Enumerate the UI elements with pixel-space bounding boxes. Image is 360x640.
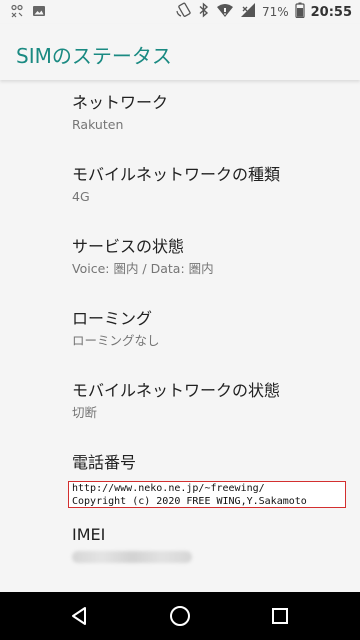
list-item-network[interactable]: ネットワーク Rakuten: [72, 93, 344, 134]
list-item-phone-number[interactable]: 電話番号: [72, 453, 344, 473]
item-title: モバイルネットワークの種類: [72, 165, 281, 184]
list-item-network-state[interactable]: モバイルネットワークの状態 切断: [72, 381, 344, 422]
item-summary: Rakuten: [72, 117, 124, 132]
page-title: SIMのステータス: [16, 44, 172, 68]
app-bar: SIMのステータス: [0, 24, 360, 80]
watermark-url: http://www.neko.ne.jp/~freewing/: [72, 483, 265, 494]
redacted-imei-value: [72, 551, 192, 563]
bluetooth-icon: [198, 2, 210, 22]
item-title: ネットワーク: [72, 93, 169, 112]
wifi-icon: [216, 2, 234, 22]
home-icon[interactable]: [168, 604, 192, 628]
list-item-network-type[interactable]: モバイルネットワークの種類 4G: [72, 165, 344, 206]
cell-signal-icon: [240, 2, 256, 22]
list-item-roaming[interactable]: ローミング ローミングなし: [72, 309, 344, 350]
item-summary: Voice: 圏内 / Data: 圏内: [72, 261, 214, 276]
item-summary: 4G: [72, 189, 90, 204]
battery-icon: [295, 2, 305, 22]
list-item-service-state[interactable]: サービスの状態 Voice: 圏内 / Data: 圏内: [72, 237, 344, 278]
item-summary: 切断: [72, 405, 98, 420]
image-icon: [32, 3, 46, 22]
status-bar: 71% 20:55: [0, 0, 360, 24]
clock: 20:55: [310, 4, 352, 20]
item-title: モバイルネットワークの状態: [72, 381, 281, 400]
item-title: ローミング: [72, 309, 153, 328]
watermark-copyright: Copyright (c) 2020 FREE WING,Y.Sakamoto: [72, 495, 307, 507]
item-title: サービスの状態: [72, 237, 185, 256]
back-icon[interactable]: [68, 604, 92, 628]
usb-debug-icon: [10, 3, 24, 22]
list-item-imei[interactable]: IMEI: [72, 525, 344, 567]
settings-list: ネットワーク Rakuten モバイルネットワークの種類 4G サービスの状態 …: [0, 80, 360, 592]
recents-icon[interactable]: [268, 604, 292, 628]
navigation-bar: [0, 592, 360, 640]
item-summary: ローミングなし: [72, 333, 160, 348]
item-title: 電話番号: [72, 453, 137, 472]
copyright-watermark: http://www.neko.ne.jp/~freewing/ Copyrig…: [68, 481, 346, 508]
rotate-icon: [176, 2, 192, 22]
item-title: IMEI: [72, 525, 106, 544]
battery-percent: 71%: [261, 5, 289, 19]
